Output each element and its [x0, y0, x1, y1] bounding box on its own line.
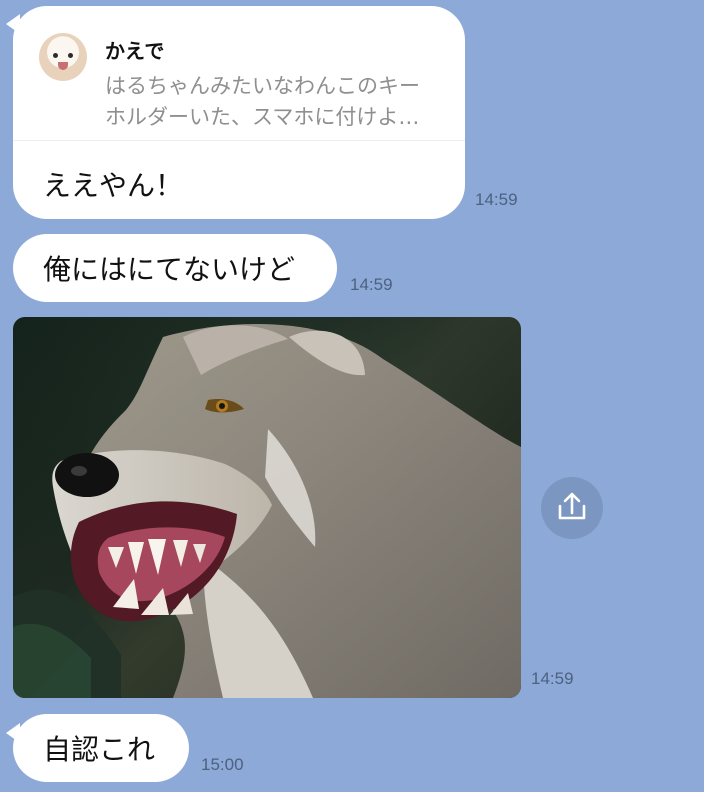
- quoted-message-preview[interactable]: かえで はるちゃんみたいなわんこのキー ホルダーいた、スマホに付けよ…: [13, 6, 465, 141]
- avatar: [39, 33, 87, 81]
- reply-text: ええやん！: [43, 169, 184, 202]
- reply-message-bubble[interactable]: かえで はるちゃんみたいなわんこのキー ホルダーいた、スマホに付けよ… ええやん…: [13, 6, 465, 219]
- message-timestamp: 15:00: [201, 755, 244, 774]
- wolf-photo[interactable]: [13, 317, 521, 698]
- message-timestamp: 14:59: [475, 190, 518, 209]
- share-icon: [558, 492, 586, 520]
- wolf-illustration: [13, 317, 521, 698]
- avatar-right-eye: [68, 53, 73, 58]
- message-text: 俺にはにてないけど: [43, 253, 296, 286]
- message-bubble[interactable]: 俺にはにてないけど: [13, 234, 337, 302]
- message-bubble[interactable]: 自認これ: [13, 714, 189, 782]
- avatar-mouth: [58, 62, 68, 70]
- quoted-text-line-1: はるちゃんみたいなわんこのキー: [105, 74, 420, 98]
- quoted-author-name: かえで: [105, 39, 165, 63]
- message-timestamp: 14:59: [350, 275, 393, 294]
- share-button[interactable]: [541, 477, 603, 539]
- avatar-left-eye: [53, 53, 58, 58]
- quoted-text-line-2: ホルダーいた、スマホに付けよ…: [105, 105, 420, 129]
- message-text: 自認これ: [43, 733, 156, 766]
- message-timestamp: 14:59: [531, 669, 574, 688]
